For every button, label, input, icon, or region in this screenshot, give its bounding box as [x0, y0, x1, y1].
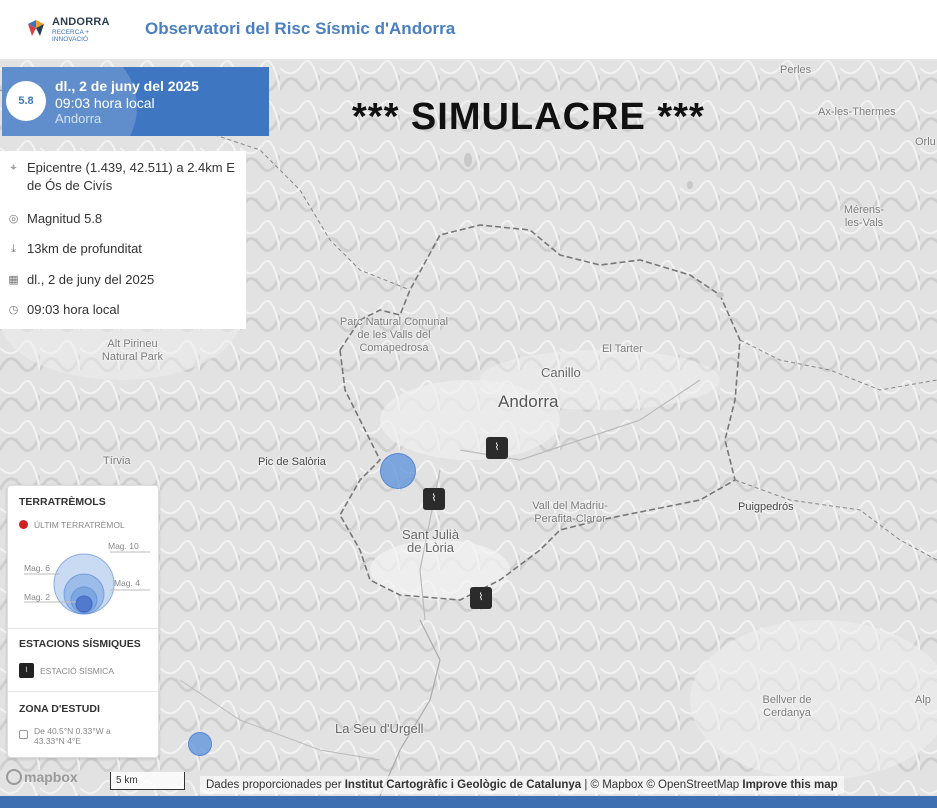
seismic-station-icon: ⌇: [19, 663, 34, 678]
andorra-recerca-logo[interactable]: ANDORRA RECERCA + INNOVACIÓ: [26, 14, 109, 46]
logo-mark-icon: [28, 20, 44, 36]
place-orlu: Orlu: [915, 136, 936, 148]
map-legend: TERRATRÈMOLS ÚLTIM TERRATRÈMOL Mag. 10 M…: [7, 485, 159, 758]
event-date: dl., 2 de juny del 2025: [55, 78, 199, 94]
place-tirvia: Tírvia: [103, 455, 131, 467]
event-card[interactable]: 5.8 dl., 2 de juny del 2025 09:03 hora l…: [2, 67, 269, 136]
place-parc-natural: Parc Natural Comunal de les Valls del Co…: [339, 316, 449, 354]
logo-title: ANDORRA: [52, 16, 110, 28]
legend-zone-title: ZONA D'ESTUDI: [19, 703, 100, 715]
magnitude-badge: 5.8: [6, 81, 46, 121]
place-pic-saloria: Pic de Salòria: [258, 456, 326, 468]
attribution-prefix: Dades proporcionades per: [206, 779, 342, 791]
place-perles: Perles: [780, 64, 812, 76]
event-time: 09:03 hora local: [55, 95, 155, 111]
clock-icon: ◷: [8, 303, 19, 316]
logo-subtitle: RECERCA + INNOVACIÓ: [52, 29, 90, 43]
legend-last-quake: ÚLTIM TERRATRÈMOL: [34, 520, 125, 530]
location-pin-icon: ⌖: [10, 161, 17, 174]
legend-mag-4: Mag. 4: [114, 578, 140, 588]
header: ANDORRA RECERCA + INNOVACIÓ Observatori …: [0, 0, 937, 60]
depth-text: 13km de profunditat: [27, 241, 142, 256]
zone-checkbox[interactable]: [19, 730, 28, 739]
attribution-rest[interactable]: | © Mapbox © OpenStreetMap: [584, 779, 739, 791]
calendar-icon: ▦: [8, 273, 19, 286]
place-sant-julia: Sant Julià de Lòria: [401, 527, 460, 555]
legend-station-label: ESTACIÓ SÍSMICA: [40, 666, 114, 676]
map-scale-bar: 5 km: [110, 772, 185, 790]
magnitude-text: Magnitud 5.8: [27, 211, 103, 226]
footer-bar: [0, 796, 937, 808]
seismic-station-marker[interactable]: ⌇: [486, 437, 508, 459]
map-attribution: Dades proporcionades per Institut Cartog…: [200, 776, 844, 794]
earthquake-marker[interactable]: [188, 732, 212, 756]
place-puigpedros: Puigpedrós: [738, 501, 794, 513]
place-ax-les-thermes: Ax-les-Thermes: [818, 106, 896, 118]
legend-divider: [8, 628, 158, 629]
target-icon: ◎: [8, 212, 19, 225]
mapbox-logo[interactable]: mapbox: [6, 769, 78, 785]
epicentre-text: Epicentre (1.439, 42.511) a 2.4km E de Ó…: [27, 160, 235, 193]
place-el-tarter: El Tarter: [602, 343, 643, 355]
date-text: dl., 2 de juny del 2025: [27, 272, 155, 287]
improve-map-link[interactable]: Improve this map: [742, 779, 837, 791]
place-andorra: Andorra: [498, 392, 559, 411]
place-la-seu-urgell: La Seu d'Urgell: [335, 721, 424, 736]
site-title: Observatori del Risc Sísmic d'Andorra: [145, 19, 456, 38]
last-quake-dot-icon: [19, 520, 28, 529]
place-bellver: Bellver de Cerdanya: [762, 694, 812, 719]
place-canillo: Canillo: [541, 365, 581, 380]
mapbox-text: mapbox: [24, 769, 78, 785]
seismic-station-marker[interactable]: ⌇: [470, 587, 492, 609]
legend-zone-text: De 40.5°N 0.33°W a 43.33°N 4°E: [34, 726, 111, 746]
simulation-banner: *** SIMULACRE ***: [352, 96, 705, 138]
legend-stations-title: ESTACIONS SÍSMIQUES: [19, 638, 141, 650]
mapbox-icon: [6, 769, 22, 785]
legend-mag-10: Mag. 10: [108, 541, 139, 551]
event-region: Andorra: [55, 111, 102, 126]
time-text: 09:03 hora local: [27, 302, 120, 317]
legend-mag-2: Mag. 2: [24, 592, 50, 602]
earthquake-epicentre-marker[interactable]: [380, 453, 416, 489]
event-details-panel: ⌖ Epicentre (1.439, 42.511) a 2.4km E de…: [0, 151, 246, 329]
place-merens: Mérens-les-Vals: [843, 204, 885, 229]
attribution-icgc-link[interactable]: Institut Cartogràfic i Geològic de Catal…: [345, 779, 581, 791]
depth-arrow-icon: ⤓: [11, 242, 16, 255]
legend-mag-6: Mag. 6: [24, 563, 50, 573]
place-vall-madriu: Vall del Madriu-Perafita-Claror: [532, 500, 608, 525]
legend-quakes-title: TERRATRÈMOLS: [19, 496, 106, 508]
place-alp: Alp: [915, 694, 931, 706]
seismic-station-marker[interactable]: ⌇: [423, 488, 445, 510]
legend-divider: [8, 691, 158, 692]
place-alt-pirineu: Alt Pirineu Natural Park: [101, 338, 164, 363]
